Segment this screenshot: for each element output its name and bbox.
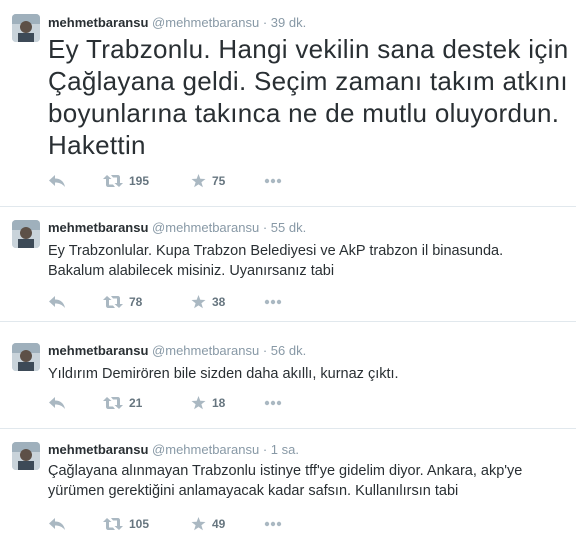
tweet-timestamp[interactable]: 39 dk. xyxy=(271,15,306,30)
tweet-header: mehmetbaransu @mehmetbaransu · 56 dk. xyxy=(48,343,306,359)
tweet-header: mehmetbaransu @mehmetbaransu · 39 dk. xyxy=(48,15,306,31)
tweet-actions: 21 18 xyxy=(48,394,348,412)
tweet-timestamp[interactable]: 55 dk. xyxy=(271,220,306,235)
author-name[interactable]: mehmetbaransu xyxy=(48,15,148,30)
reply-button[interactable] xyxy=(48,515,66,533)
reply-button[interactable] xyxy=(48,394,66,412)
author-username[interactable]: @mehmetbaransu xyxy=(152,343,259,358)
tweet: mehmetbaransu @mehmetbaransu · 56 dk. Yı… xyxy=(0,322,576,429)
reply-button[interactable] xyxy=(48,293,66,311)
tweet-text: Çağlayana alınmayan Trabzonlu istinye tf… xyxy=(48,463,523,499)
retweet-button[interactable]: 105 xyxy=(103,515,149,533)
retweet-button[interactable]: 21 xyxy=(103,394,142,412)
author-username[interactable]: @mehmetbaransu xyxy=(152,15,259,30)
author-name[interactable]: mehmetbaransu xyxy=(48,343,148,358)
star-icon xyxy=(191,396,206,410)
favorite-count: 75 xyxy=(212,174,226,188)
more-icon xyxy=(264,400,282,406)
reply-icon xyxy=(48,174,66,188)
reply-icon xyxy=(48,295,66,309)
tweet-timestamp[interactable]: 56 dk. xyxy=(271,343,306,358)
separator-dot: · xyxy=(262,442,268,457)
favorite-button[interactable]: 49 xyxy=(191,515,225,533)
tweet-text: Ey Trabzonlu. Hangi vekilin sana destek … xyxy=(48,34,569,160)
favorite-count: 18 xyxy=(212,396,226,410)
separator-dot: · xyxy=(262,220,268,235)
tweet: mehmetbaransu @mehmetbaransu · 55 dk. Ey… xyxy=(0,207,576,322)
more-options-button[interactable] xyxy=(264,293,282,311)
retweet-icon xyxy=(103,396,123,410)
separator-dot: · xyxy=(262,15,268,30)
more-options-button[interactable] xyxy=(264,515,282,533)
tweet-timeline: mehmetbaransu @mehmetbaransu · 39 dk. Ey… xyxy=(0,0,576,545)
tweet-timestamp[interactable]: 1 sa. xyxy=(271,442,299,457)
reply-icon xyxy=(48,396,66,410)
favorite-count: 38 xyxy=(212,295,226,309)
more-icon xyxy=(264,299,282,305)
retweet-button[interactable]: 195 xyxy=(103,172,149,190)
retweet-button[interactable]: 78 xyxy=(103,293,142,311)
more-options-button[interactable] xyxy=(264,172,282,190)
star-icon xyxy=(191,295,206,309)
more-icon xyxy=(264,521,282,527)
avatar[interactable] xyxy=(12,442,40,470)
favorite-button[interactable]: 75 xyxy=(191,172,225,190)
tweet-text: Yıldırım Demirören bile sizden daha akıl… xyxy=(48,366,399,382)
reply-button[interactable] xyxy=(48,172,66,190)
retweet-icon xyxy=(103,295,123,309)
separator-dot: · xyxy=(262,343,268,358)
retweet-count: 21 xyxy=(129,396,143,410)
favorite-count: 49 xyxy=(212,517,226,531)
star-icon xyxy=(191,174,206,188)
reply-icon xyxy=(48,517,66,531)
avatar[interactable] xyxy=(12,14,40,42)
author-name[interactable]: mehmetbaransu xyxy=(48,220,148,235)
favorite-button[interactable]: 18 xyxy=(191,394,225,412)
retweet-count: 78 xyxy=(129,295,143,309)
author-username[interactable]: @mehmetbaransu xyxy=(152,442,259,457)
tweet-header: mehmetbaransu @mehmetbaransu · 1 sa. xyxy=(48,442,299,458)
author-username[interactable]: @mehmetbaransu xyxy=(152,220,259,235)
tweet-actions: 105 49 xyxy=(48,515,348,533)
tweet: mehmetbaransu @mehmetbaransu · 39 dk. Ey… xyxy=(0,0,576,207)
more-options-button[interactable] xyxy=(264,394,282,412)
retweet-icon xyxy=(103,174,123,188)
tweet: mehmetbaransu @mehmetbaransu · 1 sa. Çağ… xyxy=(0,429,576,545)
avatar[interactable] xyxy=(12,343,40,371)
tweet-text: Ey Trabzonlular. Kupa Trabzon Belediyesi… xyxy=(48,243,504,279)
retweet-count: 105 xyxy=(129,517,150,531)
tweet-actions: 195 75 xyxy=(48,172,348,190)
retweet-count: 195 xyxy=(129,174,150,188)
tweet-actions: 78 38 xyxy=(48,293,348,311)
more-icon xyxy=(264,178,282,184)
tweet-header: mehmetbaransu @mehmetbaransu · 55 dk. xyxy=(48,220,306,236)
retweet-icon xyxy=(103,517,123,531)
star-icon xyxy=(191,517,206,531)
author-name[interactable]: mehmetbaransu xyxy=(48,442,148,457)
favorite-button[interactable]: 38 xyxy=(191,293,225,311)
avatar[interactable] xyxy=(12,220,40,248)
